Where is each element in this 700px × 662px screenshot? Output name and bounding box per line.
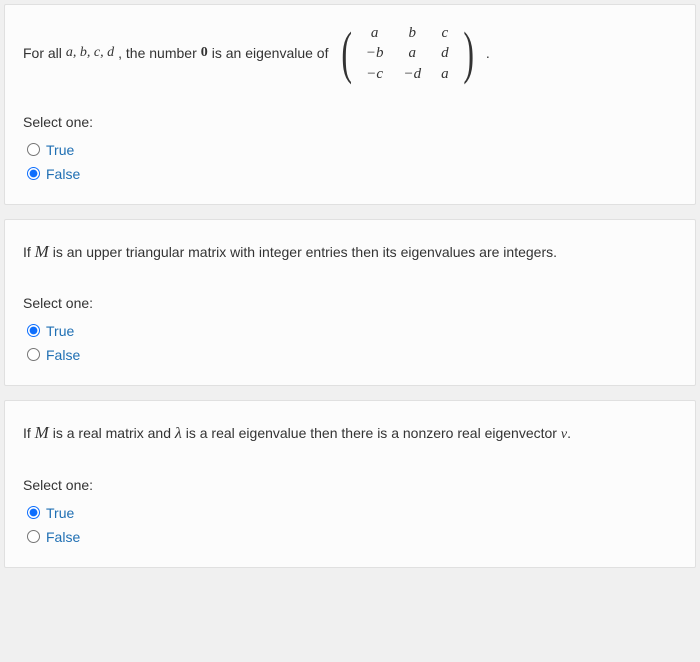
question-2: If M is an upper triangular matrix with … — [4, 219, 696, 386]
q3-t6: . — [567, 425, 571, 441]
matrix-cell: c — [431, 23, 459, 43]
q1-text-after: is an eigenvalue of — [212, 42, 329, 64]
q3-t2: is a real matrix and — [49, 425, 175, 441]
matrix-cell: a — [393, 43, 431, 63]
option-true[interactable]: True — [23, 138, 677, 162]
select-one-prompt: Select one: — [23, 477, 677, 493]
q1-period: . — [486, 42, 490, 64]
option-false-label: False — [46, 347, 80, 363]
q3-t4: is a real eigenvalue then there is a non… — [182, 425, 561, 441]
q1-text-mid: , the number — [118, 42, 197, 64]
q1-matrix: ( a b c −b a d −c −d a ) — [337, 23, 478, 84]
option-true[interactable]: True — [23, 319, 677, 343]
radio-false[interactable] — [27, 167, 40, 180]
q1-vars: a, b, c, d — [66, 42, 114, 64]
option-false-label: False — [46, 166, 80, 182]
matrix-table: a b c −b a d −c −d a — [356, 23, 459, 84]
option-true[interactable]: True — [23, 501, 677, 525]
option-true-label: True — [46, 323, 74, 339]
option-false[interactable]: False — [23, 343, 677, 367]
matrix-row: −b a d — [356, 43, 459, 63]
q2-t2: is an upper triangular matrix with integ… — [49, 244, 557, 260]
question-1: For all a, b, c, d , the number 0 is an … — [4, 4, 696, 205]
select-one-prompt: Select one: — [23, 114, 677, 130]
radio-true[interactable] — [27, 324, 40, 337]
radio-false[interactable] — [27, 348, 40, 361]
matrix-cell: a — [356, 23, 394, 43]
q3-lambda: λ — [175, 425, 182, 442]
radio-true[interactable] — [27, 143, 40, 156]
matrix-cell: a — [431, 64, 459, 84]
matrix-row: a b c — [356, 23, 459, 43]
right-paren-icon: ) — [463, 25, 474, 81]
matrix-cell: −d — [393, 64, 431, 84]
left-paren-icon: ( — [341, 25, 352, 81]
matrix-cell: d — [431, 43, 459, 63]
radio-true[interactable] — [27, 506, 40, 519]
option-true-label: True — [46, 142, 74, 158]
matrix-cell: −c — [356, 64, 394, 84]
matrix-cell: b — [393, 23, 431, 43]
option-false-label: False — [46, 529, 80, 545]
question-3: If M is a real matrix and λ is a real ei… — [4, 400, 696, 568]
radio-false[interactable] — [27, 530, 40, 543]
q2-M: M — [35, 242, 49, 261]
select-one-prompt: Select one: — [23, 295, 677, 311]
q1-zero: 0 — [201, 42, 208, 64]
question-3-text: If M is a real matrix and λ is a real ei… — [23, 419, 677, 447]
q3-t0: If — [23, 425, 35, 441]
question-1-text: For all a, b, c, d , the number 0 is an … — [23, 23, 677, 84]
matrix-row: −c −d a — [356, 64, 459, 84]
option-true-label: True — [46, 505, 74, 521]
option-false[interactable]: False — [23, 162, 677, 186]
q1-text-before: For all — [23, 42, 62, 64]
option-false[interactable]: False — [23, 525, 677, 549]
matrix-cell: −b — [356, 43, 394, 63]
q2-t0: If — [23, 244, 35, 260]
question-2-text: If M is an upper triangular matrix with … — [23, 238, 677, 265]
q3-M: M — [35, 423, 49, 442]
